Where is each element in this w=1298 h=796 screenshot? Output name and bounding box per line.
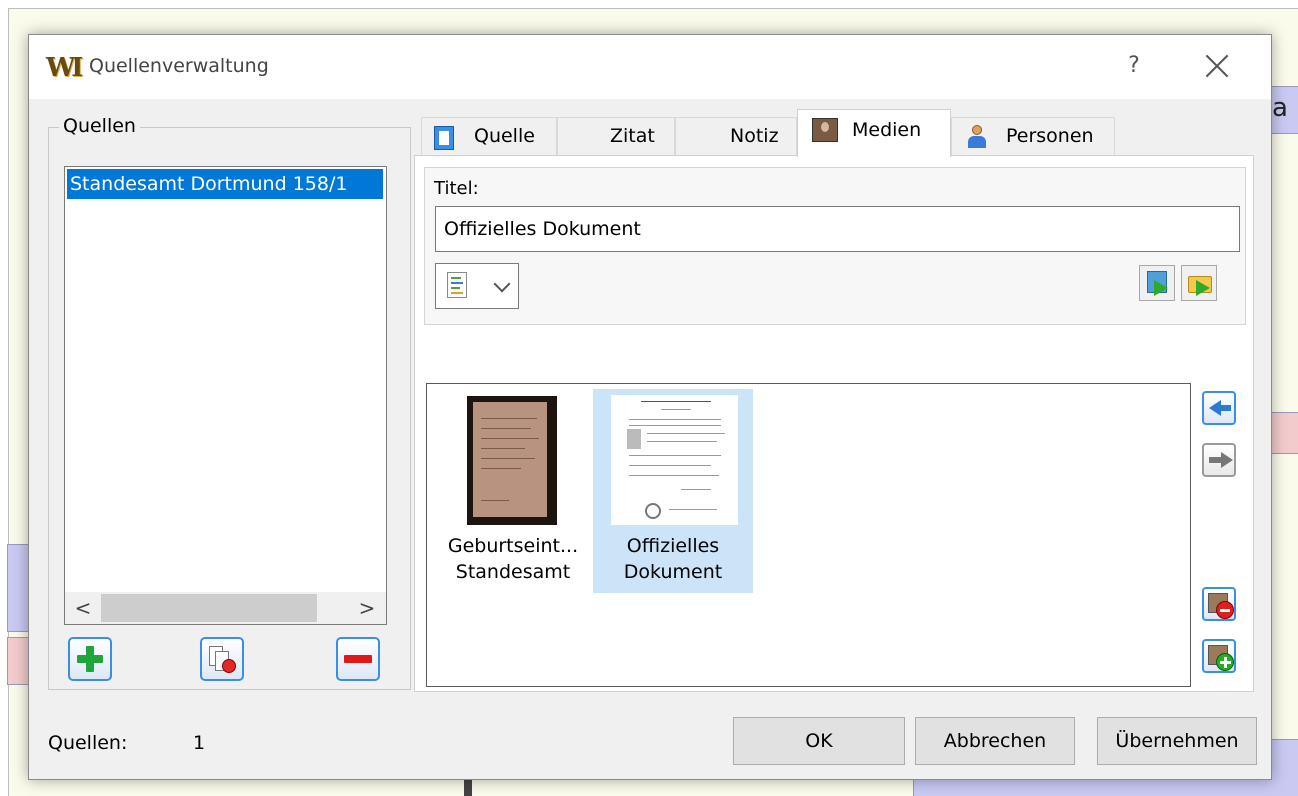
status-count: 1 [193,732,206,754]
arrow-right-icon [1154,280,1168,296]
ok-button[interactable]: OK [733,717,905,765]
quellenverwaltung-dialog: WI Quellenverwaltung ? Quellen Standesam… [28,34,1272,780]
sources-group-label: Quellen [59,115,140,137]
title-label: Titel: [434,178,479,199]
tab-zitat[interactable]: Zitat [557,117,675,155]
dialog-title: Quellenverwaltung [89,55,269,77]
tab-label: Personen [1006,125,1094,147]
tab-label: Quelle [474,125,535,147]
remove-source-button[interactable] [336,637,380,681]
horizontal-scrollbar[interactable]: < > [65,592,386,624]
tab-quelle[interactable]: Quelle [421,117,557,155]
media-caption: Geburtseint... Standesamt [447,535,579,583]
scroll-left-arrow[interactable]: < [71,596,95,620]
apply-button[interactable]: Übernehmen [1097,717,1257,765]
move-left-button[interactable] [1202,391,1236,425]
tab-label: Notiz [730,125,779,147]
status-label: Quellen: [48,732,128,754]
remove-badge-icon [1216,601,1234,619]
media-type-dropdown[interactable] [435,263,519,309]
tab-label: Medien [852,119,922,141]
add-badge-icon [1216,653,1234,671]
minus-icon [344,655,372,663]
delete-badge-icon [222,659,236,673]
media-title-input[interactable] [435,206,1240,252]
tab-medien[interactable]: Medien [797,109,951,157]
import-image-button[interactable] [1139,265,1175,301]
photo-icon [812,118,838,142]
help-button[interactable]: ? [1119,49,1149,83]
media-caption: Offizielles Dokument [623,535,723,583]
close-icon[interactable] [1197,47,1237,87]
cancel-button[interactable]: Abbrechen [915,717,1075,765]
plus-icon [77,646,103,672]
background-text: a [1272,93,1288,123]
list-item[interactable]: Standesamt Dortmund 158/1 [67,169,383,199]
media-thumbnail-official-document [611,395,738,525]
title-bar: WI Quellenverwaltung ? [29,35,1271,99]
arrow-right-icon [1196,280,1210,296]
move-right-button[interactable] [1202,443,1236,477]
remove-media-button[interactable] [1202,587,1236,621]
tab-personen[interactable]: Personen [951,117,1115,155]
media-thumbnail-birth-record [467,396,557,525]
sources-list[interactable]: Standesamt Dortmund 158/1 < > [64,166,387,625]
chevron-down-icon [493,275,511,293]
add-source-button[interactable] [68,637,112,681]
scroll-right-arrow[interactable]: > [355,596,379,620]
add-media-button[interactable] [1202,639,1236,673]
arrow-right-icon [1221,452,1233,468]
tab-label: Zitat [610,125,655,147]
person-icon [968,125,986,149]
open-folder-button[interactable] [1181,265,1217,301]
book-icon [434,126,454,150]
copy-source-button[interactable] [200,637,244,681]
tab-notiz[interactable]: Notiz [675,117,797,155]
document-icon [447,272,467,298]
scroll-thumb[interactable] [101,594,317,622]
app-logo-icon: WI [46,53,83,83]
